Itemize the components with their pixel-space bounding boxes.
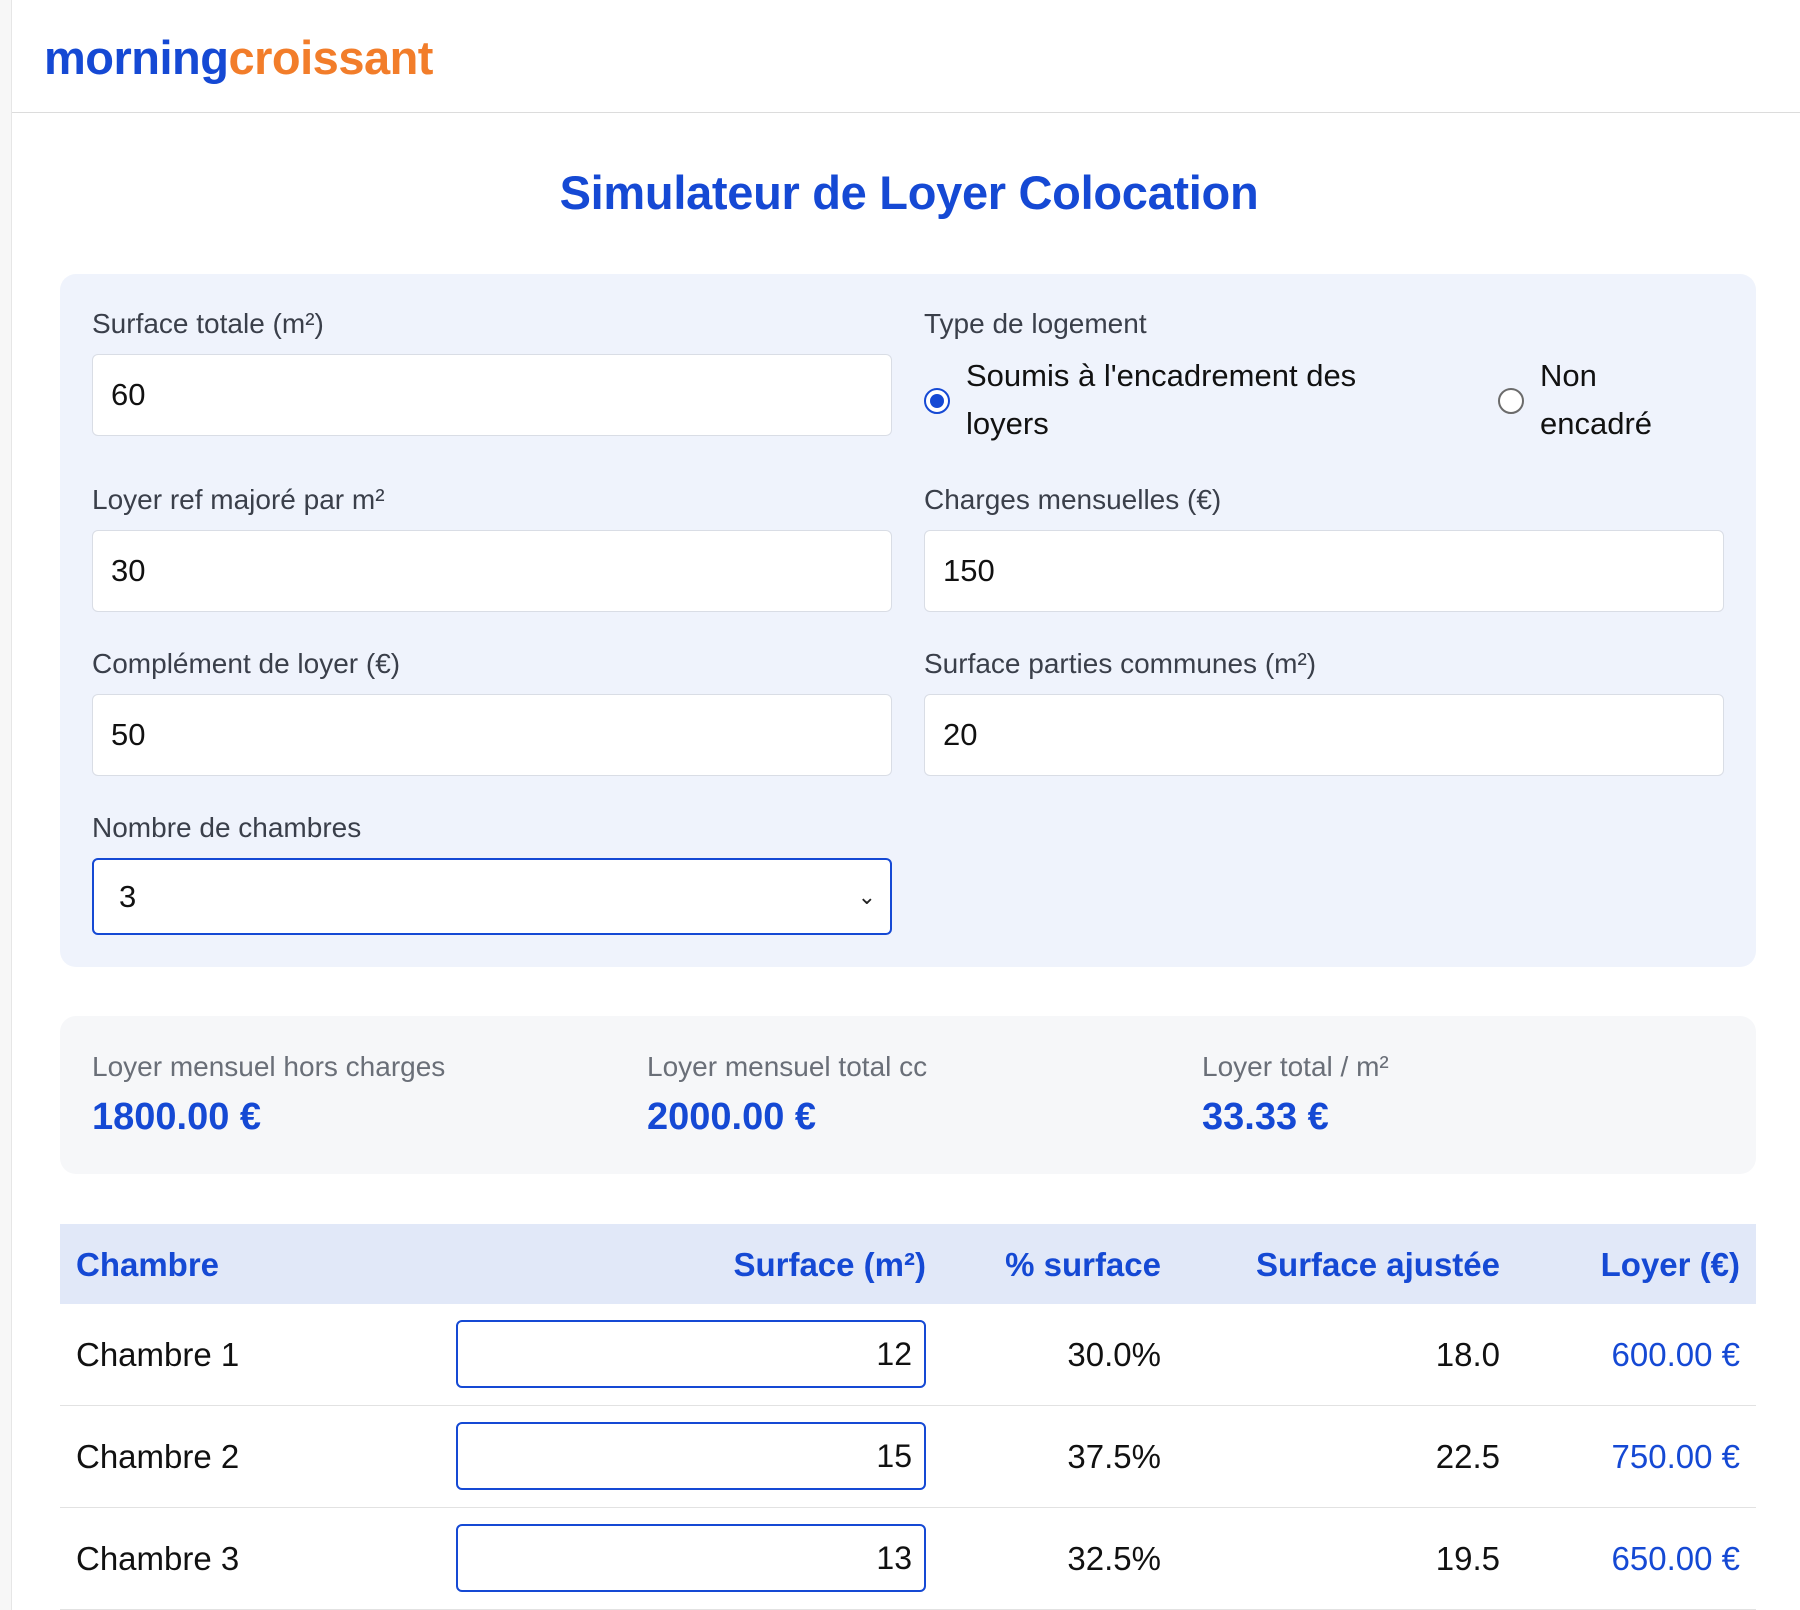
- radio-non-encadre-label-line2: encadré: [1540, 406, 1653, 441]
- complement-input[interactable]: [92, 694, 892, 776]
- room-pct: 32.5%: [1067, 1540, 1161, 1577]
- par-m2-label: Loyer total / m²: [1202, 1051, 1389, 1082]
- radio-encadre-label-line1: Soumis à l'encadrement des: [966, 358, 1357, 393]
- room-surface-input[interactable]: [456, 1524, 926, 1592]
- page: morningcroissant Simulateur de Loyer Col…: [0, 0, 1800, 1610]
- total-cc-label: Loyer mensuel total cc: [647, 1051, 928, 1082]
- table-row: Chambre 1 30.0% 18.0 600.00 €: [60, 1304, 1756, 1406]
- room-name: Chambre 3: [76, 1540, 240, 1577]
- parties-communes-label: Surface parties communes (m²): [924, 648, 1317, 679]
- col-rent: Loyer (€): [1600, 1246, 1740, 1283]
- room-surface-input[interactable]: [456, 1320, 926, 1388]
- radio-non-encadre-label-line1: Non: [1540, 358, 1597, 393]
- room-adjusted: 22.5: [1435, 1438, 1500, 1475]
- room-rent: 600.00 €: [1611, 1336, 1740, 1373]
- type-logement-label: Type de logement: [924, 308, 1147, 339]
- hors-charges-value: 1800.00 €: [92, 1096, 262, 1138]
- nb-chambres-value: 3: [119, 879, 137, 914]
- col-pct: % surface: [1005, 1246, 1161, 1283]
- room-name: Chambre 2: [76, 1438, 240, 1475]
- room-pct: 37.5%: [1067, 1438, 1161, 1475]
- par-m2-value: 33.33 €: [1202, 1096, 1329, 1138]
- col-surface: Surface (m²): [733, 1246, 926, 1283]
- room-name: Chambre 1: [76, 1336, 240, 1373]
- room-rent: 650.00 €: [1611, 1540, 1740, 1577]
- top-bar: morningcroissant: [12, 0, 1800, 113]
- radio-non-encadre-label[interactable]: Non encadré: [1540, 352, 1652, 448]
- room-pct: 30.0%: [1067, 1336, 1161, 1373]
- nb-chambres-select[interactable]: 3 ⌄: [92, 858, 892, 935]
- page-title: Simulateur de Loyer Colocation: [559, 166, 1259, 219]
- chevron-down-icon: ⌄: [857, 884, 876, 909]
- parties-communes-input[interactable]: [924, 694, 1724, 776]
- loyer-ref-label: Loyer ref majoré par m²: [92, 484, 385, 515]
- room-rent: 750.00 €: [1611, 1438, 1740, 1475]
- loyer-ref-input[interactable]: [92, 530, 892, 612]
- brand-logo-part-b: croissant: [228, 31, 433, 84]
- surface-totale-input[interactable]: [92, 354, 892, 436]
- surface-totale-label: Surface totale (m²): [92, 308, 324, 339]
- summary-card: Loyer mensuel hors charges 1800.00 € Loy…: [60, 1016, 1756, 1174]
- radio-non-encadre[interactable]: [1498, 388, 1524, 414]
- table-row: Chambre 2 37.5% 22.5 750.00 €: [60, 1406, 1756, 1508]
- brand-logo[interactable]: morningcroissant: [44, 28, 433, 88]
- radio-encadre-label[interactable]: Soumis à l'encadrement des loyers: [966, 352, 1356, 448]
- nb-chambres-label: Nombre de chambres: [92, 812, 362, 843]
- col-adjusted: Surface ajustée: [1256, 1246, 1500, 1283]
- room-surface-input[interactable]: [456, 1422, 926, 1490]
- charges-input[interactable]: [924, 530, 1724, 612]
- form-card: Surface totale (m²) Type de logement Sou…: [60, 274, 1756, 967]
- table-row: Chambre 3 32.5% 19.5 650.00 €: [60, 1508, 1756, 1610]
- total-cc-value: 2000.00 €: [647, 1096, 817, 1138]
- radio-encadre[interactable]: [924, 388, 950, 414]
- brand-logo-part-a: morning: [44, 31, 229, 84]
- col-chambre: Chambre: [76, 1246, 220, 1283]
- radio-encadre-label-line2: loyers: [966, 406, 1049, 441]
- table-header: Chambre Surface (m²) % surface Surface a…: [60, 1224, 1756, 1304]
- room-adjusted: 19.5: [1435, 1540, 1500, 1577]
- complement-label: Complément de loyer (€): [92, 648, 401, 679]
- room-adjusted: 18.0: [1435, 1336, 1500, 1373]
- charges-label: Charges mensuelles (€): [924, 484, 1222, 515]
- left-edge: [0, 0, 12, 1610]
- hors-charges-label: Loyer mensuel hors charges: [92, 1051, 446, 1082]
